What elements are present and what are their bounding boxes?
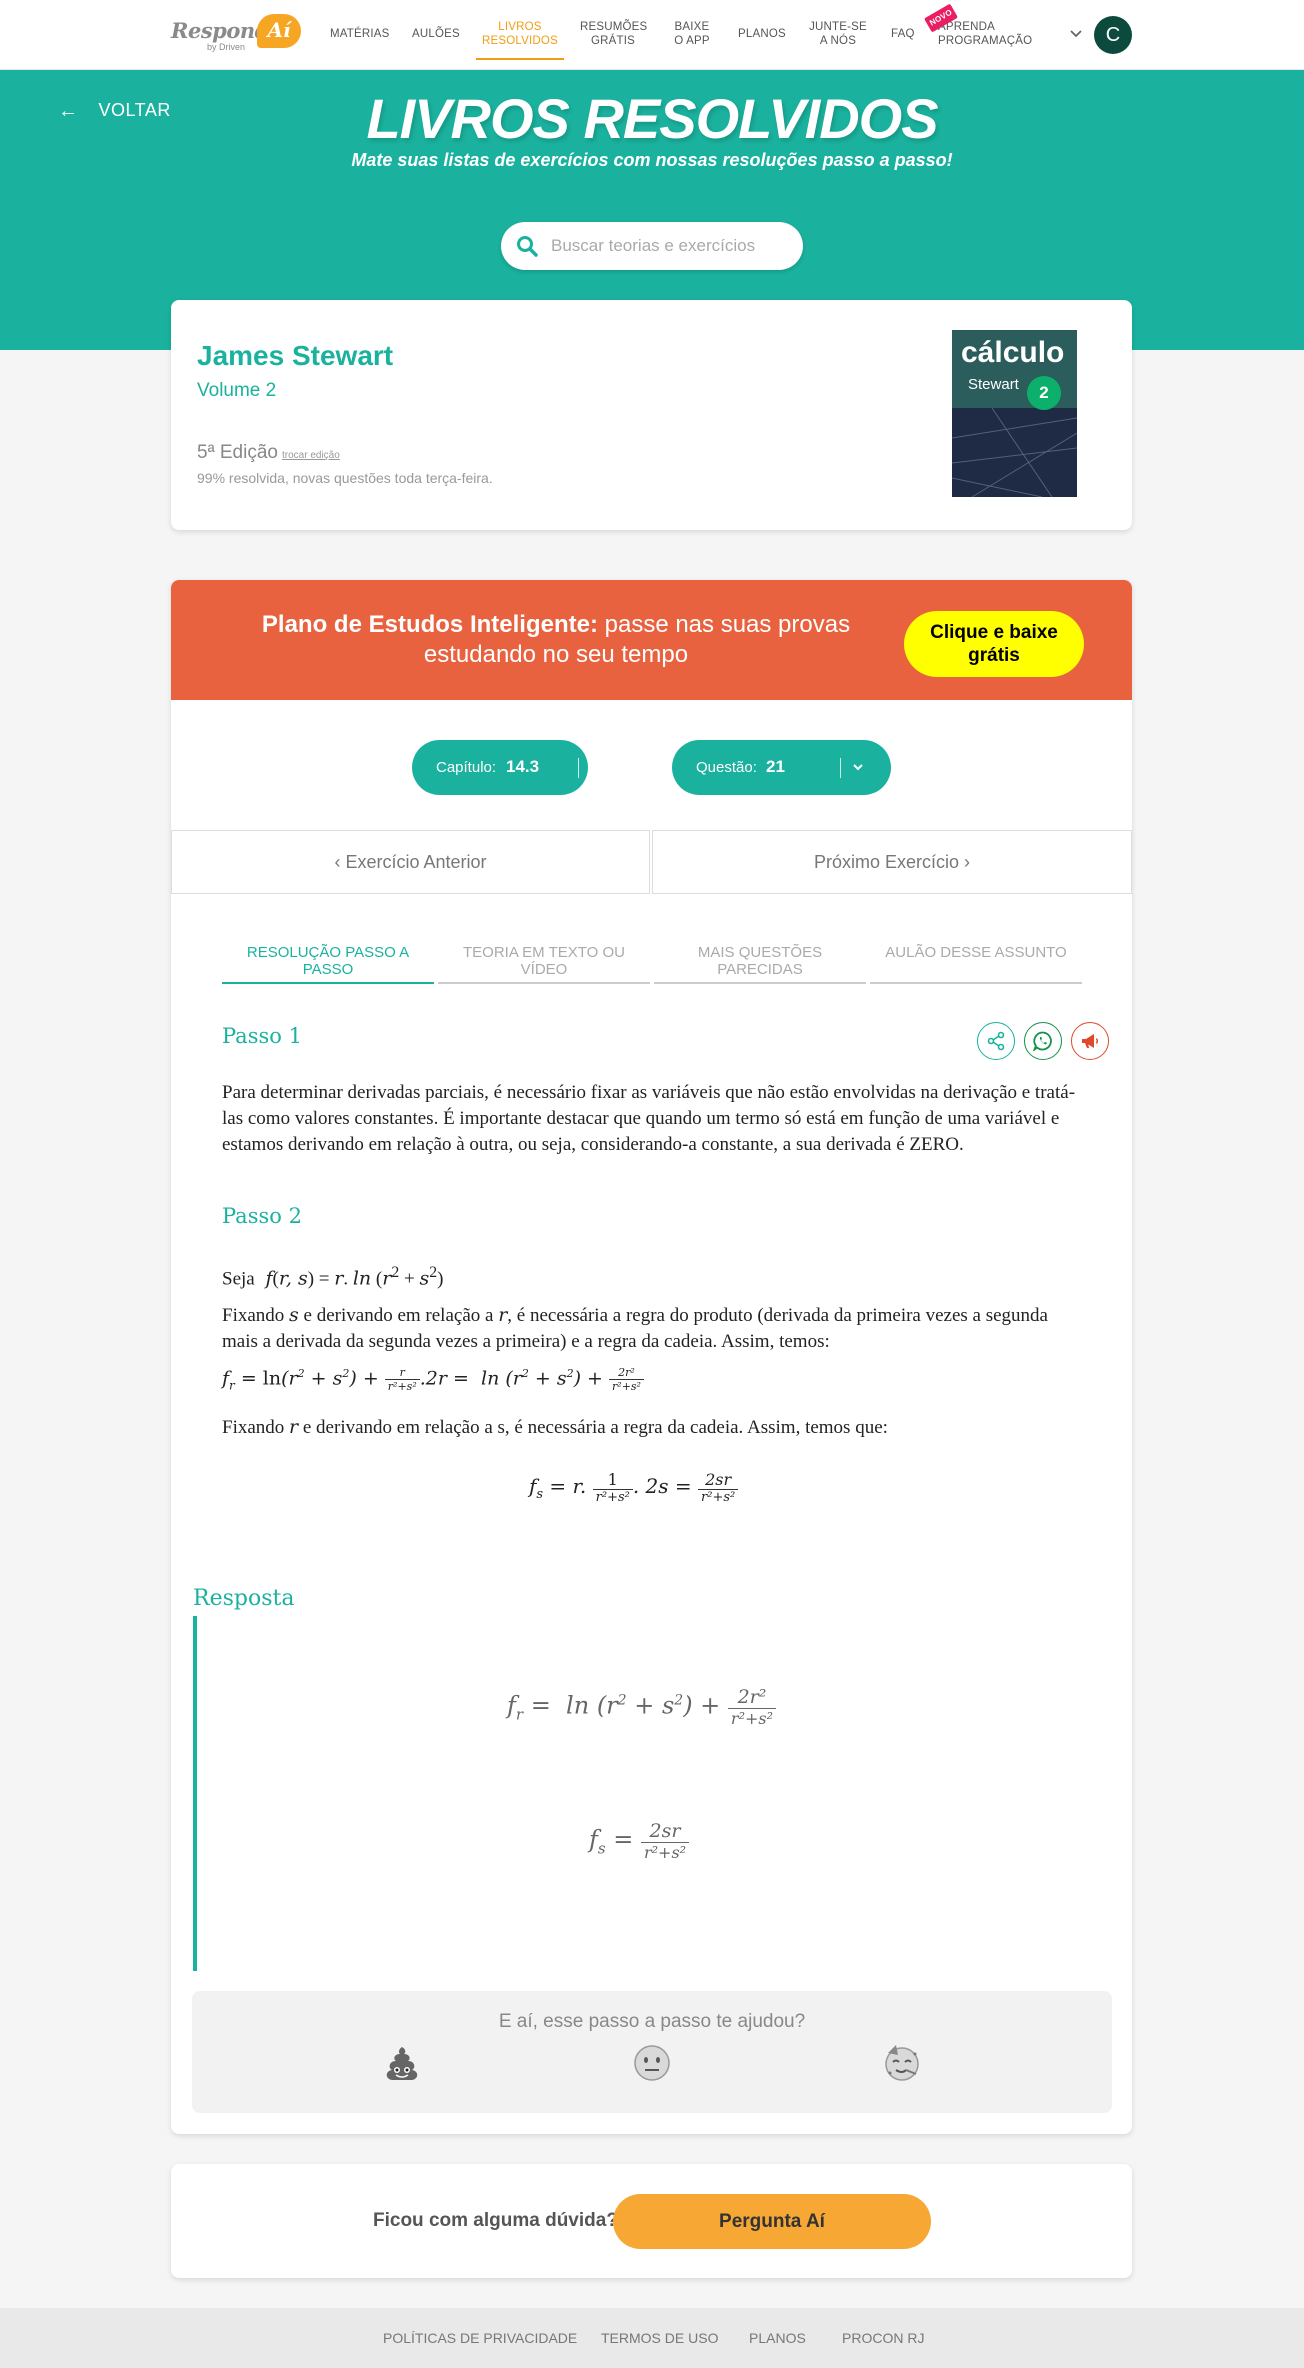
fix-r-b: e derivando em relação a s, é necessária… xyxy=(302,1417,888,1438)
ask-card: Ficou com alguma dúvida? Pergunta Aí xyxy=(171,2164,1132,2278)
chevron-down-icon[interactable] xyxy=(1068,26,1084,42)
formula-fr-derivation: fr = ln(r2 + s2) + r r²+s² .2r = ln (r2 + … xyxy=(222,1366,644,1393)
nav-auloes[interactable]: AULÕES xyxy=(412,27,460,41)
share-button[interactable] xyxy=(977,1022,1015,1060)
step-1-text: Para determinar derivadas parciais, é ne… xyxy=(222,1082,1076,1155)
book-author: James Stewart xyxy=(197,340,394,371)
step-2-definition: Seja f(r, s) = r. ln (r2 + s2) xyxy=(222,1264,444,1290)
nav-planos[interactable]: PLANOS xyxy=(738,27,786,41)
seja-label: Seja xyxy=(222,1268,255,1290)
search-input[interactable] xyxy=(549,232,769,260)
switch-edition-link[interactable]: trocar edição xyxy=(282,450,340,461)
nav-baixe-o-app[interactable]: BAIXE O APP xyxy=(672,20,712,48)
step-2-title: Passo 2 xyxy=(222,1204,302,1228)
solution-card: Plano de Estudos Inteligente: passe nas … xyxy=(171,580,1132,2134)
top-nav: Responde Aí by Driven MATÉRIAS AULÕES LI… xyxy=(0,0,1304,70)
promo-banner: Plano de Estudos Inteligente: passe nas … xyxy=(171,580,1132,700)
chapter-value: 14.3 xyxy=(506,757,540,776)
book-card: James Stewart Volume 2 5ª Edição trocar e… xyxy=(171,300,1132,530)
cover-title: cálculo xyxy=(961,336,1065,369)
tab-teoria[interactable]: TEORIA EM TEXTO OU VÍDEO xyxy=(438,944,650,984)
cover-volume-number: 2 xyxy=(1027,376,1061,410)
cover-art xyxy=(952,408,1077,497)
step-1-title: Passo 1 xyxy=(222,1024,302,1048)
promo-download-button[interactable]: Clique e baixe grátis xyxy=(904,611,1084,677)
book-volume: Volume 2 xyxy=(197,380,277,401)
question-label: Questão: xyxy=(696,759,757,776)
fix-s-a: Fixando xyxy=(222,1305,285,1326)
footer-procon-link[interactable]: PROCON RJ xyxy=(842,2330,924,2346)
nav-aprenda-programacao[interactable]: NOVO APRENDA PROGRAMAÇÃO xyxy=(924,3,1034,48)
next-exercise-label: Próximo Exercício xyxy=(813,852,960,872)
answer-bar xyxy=(193,1616,197,1971)
chevron-down-icon xyxy=(853,764,863,771)
content-tabs: RESOLUÇÃO PASSO A PASSO TEORIA EM TEXTO … xyxy=(222,944,1082,984)
feedback-box: E aí, esse passo a passo te ajudou? xyxy=(192,1991,1112,2113)
answer-fs-formula: fs = 2sr r²+s² xyxy=(589,1820,690,1862)
chevron-left-icon: ‹ xyxy=(334,852,346,872)
footer-terms-link[interactable]: TERMOS DE USO xyxy=(601,2330,718,2346)
pergunta-ai-button[interactable]: Pergunta Aí xyxy=(613,2194,931,2249)
logo-bubble: Aí xyxy=(257,14,301,48)
feedback-question: E aí, esse passo a passo te ajudou? xyxy=(498,2011,806,2032)
cover-author: Stewart xyxy=(968,376,1019,393)
promo-text: Plano de Estudos Inteligente: passe nas … xyxy=(231,610,881,670)
fix-s-b: e derivando em relação a xyxy=(303,1305,494,1326)
page-subtitle: Mate suas listas de exercícios com nossa… xyxy=(351,150,953,170)
chapter-select[interactable]: Capítulo: 14.3 xyxy=(412,740,601,795)
whatsapp-icon xyxy=(1033,1031,1052,1051)
party-face-icon[interactable] xyxy=(882,2043,922,2083)
fix-r-a: Fixando xyxy=(222,1417,285,1438)
previous-exercise-label: Exercício Anterior xyxy=(345,852,487,872)
avatar[interactable]: C xyxy=(1094,16,1132,54)
next-exercise-button[interactable]: Próximo Exercício › xyxy=(652,830,1132,894)
nav-faq[interactable]: FAQ xyxy=(891,27,915,41)
edition-label: 5ª Edição xyxy=(197,442,278,463)
footer-plans-link[interactable]: PLANOS xyxy=(749,2330,806,2346)
poop-emoji-icon[interactable] xyxy=(382,2043,422,2083)
nav-materias[interactable]: MATÉRIAS xyxy=(330,27,390,41)
step-2-fix-s-text: Fixando s e derivando em relação a r, é … xyxy=(222,1304,1048,1352)
page-title: LIVROS RESOLVIDOS xyxy=(366,87,938,150)
step-2-fix-r-text: Fixando r e derivando em relação a s, é … xyxy=(222,1416,888,1438)
logo-byline: by Driven xyxy=(207,42,246,52)
footer-privacy-link[interactable]: POLÍTICAS DE PRIVACIDADE xyxy=(383,2330,577,2346)
tab-mais-questoes[interactable]: MAIS QUESTÕES PARECIDAS xyxy=(654,944,866,984)
search-icon xyxy=(517,236,538,257)
question-value: 21 xyxy=(766,757,785,776)
chevron-right-icon: › xyxy=(959,852,971,872)
question-select[interactable]: Questão: 21 xyxy=(672,740,891,795)
neutral-face-icon[interactable] xyxy=(632,2043,672,2083)
formula-fs-derivation: fs = r. 1 r²+s². 2s = 2sr r²+s² xyxy=(529,1470,739,1505)
book-status: 99% resolvida, novas questões toda terça… xyxy=(197,470,493,486)
nav-junte-se[interactable]: JUNTE-SE A NÓS xyxy=(808,20,868,48)
tab-resolucao[interactable]: RESOLUÇÃO PASSO A PASSO xyxy=(222,944,434,984)
footer: POLÍTICAS DE PRIVACIDADE TERMOS DE USO P… xyxy=(0,2308,1304,2368)
ask-question: Ficou com alguma dúvida? xyxy=(373,2210,618,2231)
book-cover: cálculo Stewart 2 xyxy=(952,330,1077,497)
nav-livros-resolvidos[interactable]: LIVROS RESOLVIDOS xyxy=(476,20,564,60)
nav-resumoes-gratis[interactable]: RESUMÕES GRÁTIS xyxy=(580,20,647,48)
logo[interactable]: Responde Aí by Driven xyxy=(171,14,301,56)
answer-title: Resposta xyxy=(193,1586,295,1611)
nav-aprenda-label: APRENDA PROGRAMAÇÃO xyxy=(938,21,1033,47)
chevron-down-icon xyxy=(591,764,601,771)
tab-aulao[interactable]: AULÃO DESSE ASSUNTO xyxy=(870,944,1082,984)
search-box xyxy=(501,222,803,270)
report-button[interactable] xyxy=(1071,1022,1109,1060)
previous-exercise-button[interactable]: ‹ Exercício Anterior xyxy=(171,830,650,894)
whatsapp-button[interactable] xyxy=(1024,1022,1062,1060)
chapter-label: Capítulo: xyxy=(436,759,497,776)
share-icon xyxy=(987,1031,1005,1051)
megaphone-icon xyxy=(1082,1034,1098,1048)
promo-bold: Plano de Estudos Inteligente: xyxy=(261,611,598,638)
book-edition: 5ª Edição trocar edição xyxy=(197,442,340,464)
answer-fr-formula: fr = ln (r2 + s2) + 2r² r²+s² xyxy=(507,1686,777,1728)
